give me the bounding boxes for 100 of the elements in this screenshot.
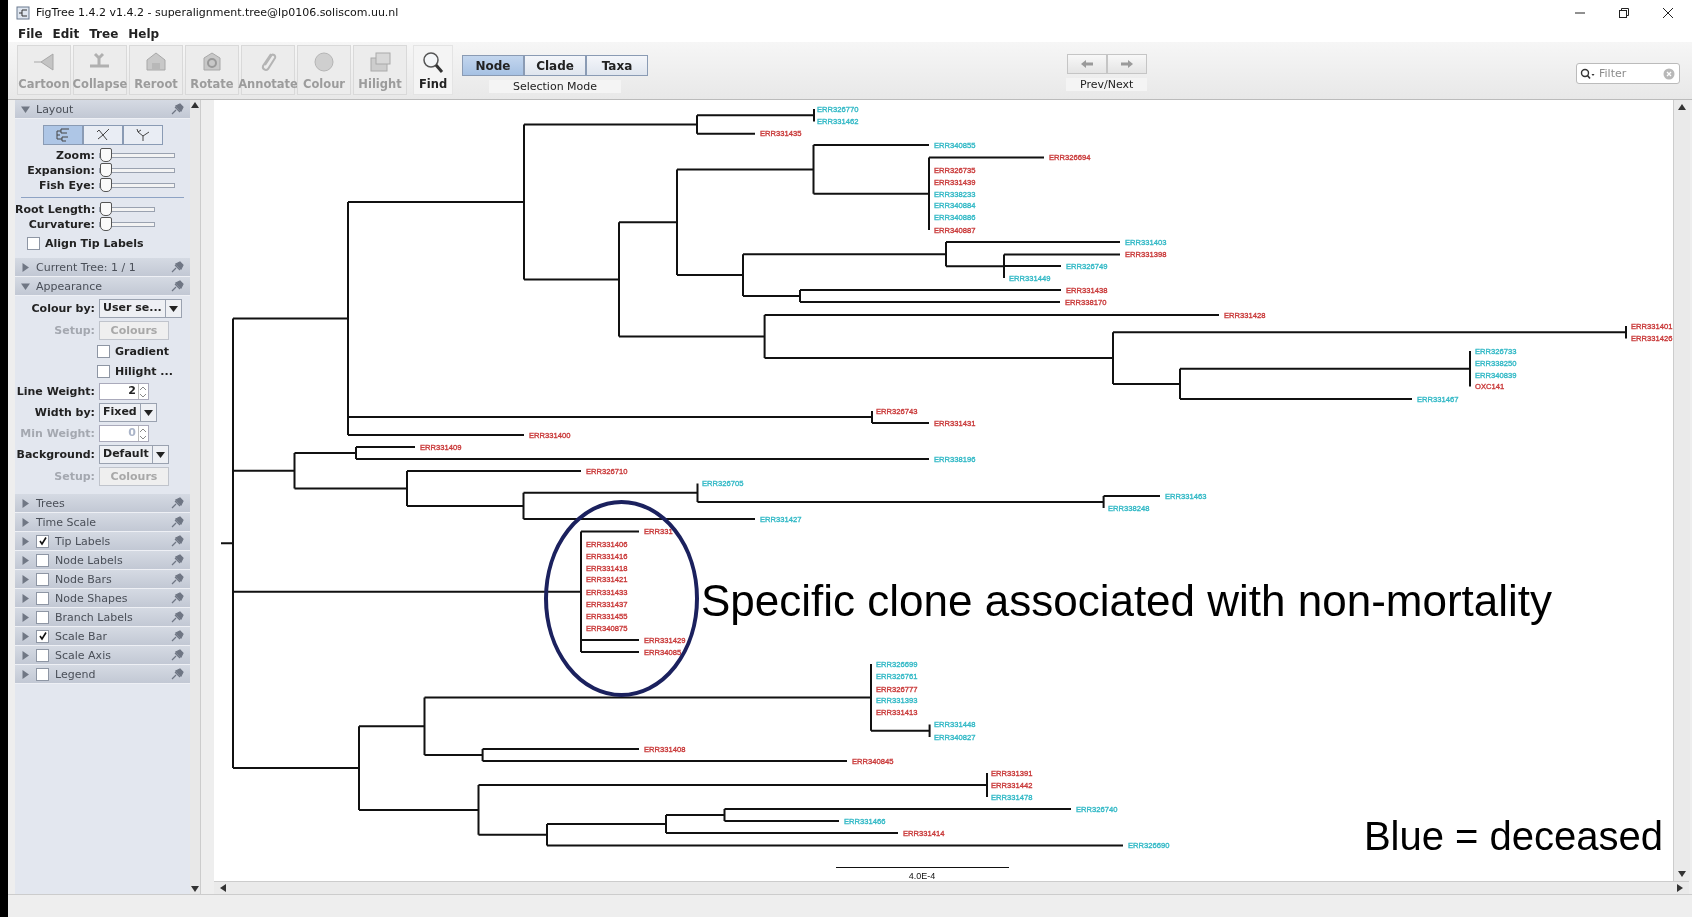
selection-mode-button[interactable]: Taxa (586, 55, 648, 76)
previous-button[interactable] (1066, 54, 1107, 74)
next-button[interactable] (1106, 54, 1147, 74)
expand-triangle-icon[interactable] (21, 555, 30, 565)
expand-triangle-icon[interactable] (21, 536, 30, 546)
checkbox[interactable] (27, 237, 40, 250)
panel-header[interactable]: Scale Bar (15, 627, 190, 646)
slider-thumb[interactable] (100, 202, 112, 216)
expand-triangle-icon[interactable] (21, 574, 30, 584)
expand-triangle-icon[interactable] (21, 650, 30, 660)
toolbar-button[interactable]: Find (413, 45, 453, 95)
pin-icon[interactable] (170, 497, 184, 509)
checkbox[interactable] (97, 365, 110, 378)
scrollbar[interactable] (1673, 100, 1690, 881)
close-icon[interactable] (1662, 6, 1674, 19)
clear-icon[interactable] (1663, 68, 1675, 80)
spinner-field[interactable]: 2 (99, 383, 149, 400)
panel-header[interactable]: Time Scale (15, 513, 190, 532)
panel-header[interactable]: Scale Axis (15, 646, 190, 665)
slider-thumb[interactable] (100, 217, 112, 231)
expand-triangle-icon[interactable] (21, 631, 30, 641)
panel-header[interactable]: Layout (15, 100, 190, 119)
checkbox[interactable] (36, 553, 49, 567)
scroll-down-icon[interactable] (191, 886, 199, 892)
checkbox[interactable] (36, 591, 49, 605)
panel-title: Branch Labels (55, 610, 133, 624)
right-arrow-icon (1119, 59, 1134, 69)
checkbox[interactable] (36, 572, 49, 586)
checkbox[interactable] (97, 345, 110, 358)
pin-icon[interactable] (170, 554, 184, 566)
slider-thumb[interactable] (100, 178, 112, 192)
expand-triangle-icon[interactable] (21, 517, 30, 527)
selection-mode-button[interactable]: Clade (524, 55, 586, 76)
slider-label: Expansion: (26, 164, 96, 177)
scroll-down-icon[interactable] (1678, 871, 1686, 877)
pin-icon[interactable] (170, 535, 184, 547)
scrollbar[interactable] (190, 100, 200, 894)
pin-icon[interactable] (170, 261, 184, 273)
panel-header[interactable]: Branch Labels (15, 608, 190, 627)
expand-triangle-icon[interactable] (21, 612, 30, 622)
layout-mode-button[interactable] (42, 125, 83, 145)
panel-header[interactable]: Trees (15, 494, 190, 513)
pin-icon[interactable] (170, 103, 184, 115)
dropdown[interactable]: Default (99, 445, 169, 464)
layout-mode-button[interactable] (122, 125, 163, 145)
expand-triangle-icon[interactable] (21, 498, 30, 508)
checkbox[interactable] (36, 610, 49, 624)
slider-label: Root Length: (15, 203, 97, 216)
dropdown[interactable]: Fixed (99, 403, 157, 422)
checkbox-label: Hilight ... (115, 365, 173, 378)
slider-label: Fish Eye: (37, 179, 96, 192)
panel-title: Legend (55, 667, 96, 681)
expand-triangle-icon[interactable] (21, 281, 30, 291)
pin-icon[interactable] (170, 630, 184, 642)
pin-icon[interactable] (170, 280, 184, 292)
menu-item[interactable]: Edit (52, 26, 80, 41)
pin-icon[interactable] (170, 573, 184, 585)
pin-icon[interactable] (170, 668, 184, 680)
scroll-up-icon[interactable] (1678, 104, 1686, 110)
scroll-up-icon[interactable] (191, 102, 199, 108)
slider-thumb[interactable] (100, 163, 112, 177)
panel-header[interactable]: Node Shapes (15, 589, 190, 608)
pin-icon[interactable] (170, 516, 184, 528)
filter-field[interactable]: Filter (1576, 63, 1680, 84)
selection-mode-button[interactable]: Node (462, 55, 524, 76)
expand-triangle-icon[interactable] (21, 669, 30, 679)
panel-header[interactable]: Node Labels (15, 551, 190, 570)
checkbox[interactable] (36, 629, 49, 643)
panel-title: Tip Labels (55, 534, 111, 548)
spinner-arrows-icon[interactable] (139, 384, 147, 399)
panel-header[interactable]: Legend (15, 665, 190, 684)
panel-title: Node Shapes (55, 591, 128, 605)
panel-header[interactable]: Node Bars (15, 570, 190, 589)
menu-item[interactable]: Tree (89, 26, 119, 41)
checkbox[interactable] (36, 534, 49, 548)
selection-mode-label: Selection Mode (488, 80, 622, 93)
panel-header[interactable]: Appearance (15, 277, 190, 296)
pin-icon[interactable] (170, 649, 184, 661)
window-title: FigTree 1.4.2 v1.4.2 - superalignment.tree@lp0106.soliscom.uu.nl (36, 6, 399, 19)
checkbox[interactable] (36, 667, 49, 681)
spinner-arrows-icon[interactable] (139, 426, 147, 441)
pin-icon[interactable] (170, 611, 184, 623)
layout-mode-button[interactable] (82, 125, 123, 145)
scrollbar[interactable] (214, 881, 1689, 894)
panel-header[interactable]: Tip Labels (15, 532, 190, 551)
pin-icon[interactable] (170, 592, 184, 604)
field-label: Min Weight: (19, 427, 96, 440)
scroll-left-icon[interactable] (220, 884, 226, 892)
slider-thumb[interactable] (100, 148, 112, 162)
restore-icon[interactable] (1618, 6, 1630, 19)
expand-triangle-icon[interactable] (21, 593, 30, 603)
expand-triangle-icon[interactable] (21, 262, 30, 272)
dropdown[interactable]: User se... (99, 299, 182, 318)
scroll-right-icon[interactable] (1677, 884, 1683, 892)
checkbox[interactable] (36, 648, 49, 662)
checkbox-label: Gradient (115, 345, 170, 358)
menu-item[interactable]: File (18, 26, 43, 41)
panel-header[interactable]: Current Tree: 1 / 1 (15, 258, 190, 277)
expand-triangle-icon[interactable] (21, 104, 30, 114)
menu-item[interactable]: Help (128, 26, 160, 41)
